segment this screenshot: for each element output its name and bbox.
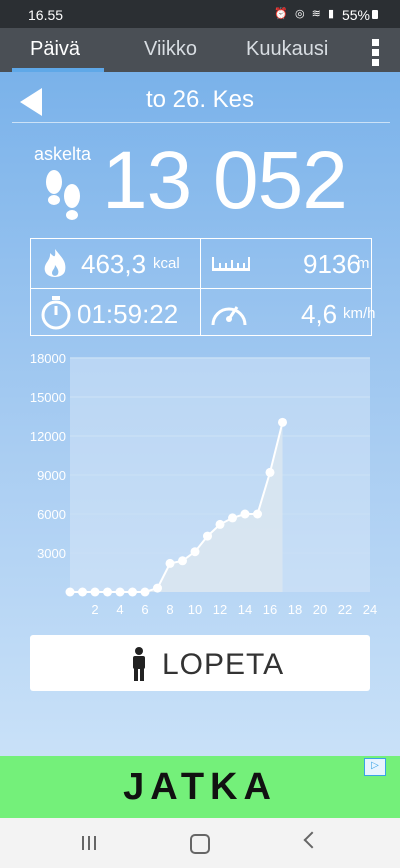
x-tick-label: 4 (116, 602, 123, 617)
current-date: to 26. Kes (145, 86, 255, 113)
data-point (165, 558, 175, 568)
data-point (115, 587, 125, 597)
speed-unit: km/h (343, 305, 376, 322)
data-point (190, 547, 200, 557)
duration-stat: 01:59:22 (31, 289, 200, 337)
adchoices-icon[interactable]: ▷ (364, 758, 386, 776)
stopwatch-icon (41, 296, 71, 330)
battery-level: 55% (341, 7, 370, 23)
data-point (178, 556, 187, 566)
x-tick-label: 16 (263, 602, 277, 617)
data-point (153, 583, 162, 593)
x-tick-label: 2 (91, 602, 98, 617)
ad-text: JATKA (123, 766, 277, 808)
data-point (65, 587, 75, 597)
steps-label: askelta (34, 144, 92, 164)
distance-unit: m (357, 255, 370, 272)
data-point (278, 417, 287, 427)
person-icon (133, 647, 145, 681)
y-tick-label: 3000 (37, 546, 66, 561)
x-tick-label: 18 (288, 602, 302, 617)
tab-day[interactable]: Päivä (30, 38, 80, 61)
system-nav-bar (0, 818, 400, 868)
data-point (128, 587, 137, 597)
home-icon[interactable] (190, 834, 210, 854)
y-tick-label: 15000 (30, 390, 66, 405)
calories-stat: 463,3 kcal (31, 239, 200, 287)
status-time: 16.55 (28, 7, 64, 23)
stop-button[interactable]: LOPETA (30, 635, 370, 691)
x-tick-label: 22 (338, 602, 352, 617)
back-icon[interactable] (303, 831, 321, 849)
distance-stat: 9136 m (201, 239, 371, 287)
y-tick-label: 12000 (30, 429, 66, 444)
x-tick-label: 10 (188, 602, 202, 617)
data-point (253, 509, 262, 519)
data-point (228, 513, 237, 523)
x-axis-labels: 2 4 6 8 10 12 14 16 18 20 22 24 (91, 602, 377, 617)
divider (12, 122, 390, 123)
recent-apps-icon[interactable] (80, 836, 98, 850)
data-point (78, 587, 87, 597)
status-icons: ⏰ ◎ ≋ ▮ (274, 8, 336, 20)
speed-stat: 4,6 km/h (201, 289, 376, 337)
y-tick-label: 9000 (37, 468, 66, 483)
data-point (215, 519, 225, 529)
x-tick-label: 8 (166, 602, 173, 617)
data-point (240, 509, 250, 519)
data-point (203, 531, 212, 541)
data-point (103, 587, 112, 597)
status-bar: 16.55 ⏰ ◎ ≋ ▮ 55% (0, 0, 400, 28)
steps-chart: 300060009000120001500018000 2 4 6 8 10 12 14 16… (30, 351, 377, 617)
x-tick-label: 24 (363, 602, 377, 617)
calories-unit: kcal (153, 255, 180, 272)
data-point (140, 587, 150, 597)
stop-button-label: LOPETA (162, 648, 285, 681)
speed-value: 4,6 (301, 299, 338, 329)
stats-grid: 463,3 kcal 9136 m 01:59:22 4,6 km/h (30, 238, 376, 337)
tab-week[interactable]: Viikko (144, 38, 197, 61)
y-tick-label: 18000 (30, 351, 66, 366)
distance-value: 9136 (303, 249, 361, 279)
y-axis-labels: 3000 6000 9000 12000 15000 18000 (30, 351, 66, 561)
speedometer-icon (211, 306, 247, 326)
main-panel: to 26. Kes askelta 13 052 463,3 kcal 913… (0, 72, 400, 756)
overflow-menu-icon[interactable] (372, 39, 380, 67)
flame-icon (44, 249, 66, 277)
x-tick-label: 20 (313, 602, 327, 617)
tab-month[interactable]: Kuukausi (246, 38, 328, 61)
ad-banner[interactable]: JATKA ▷ (0, 756, 400, 818)
x-tick-label: 14 (238, 602, 252, 617)
data-point (265, 467, 275, 477)
duration-value: 01:59:22 (77, 299, 179, 329)
battery-icon (372, 10, 378, 19)
data-point (90, 587, 100, 597)
y-tick-label: 6000 (37, 507, 66, 522)
x-tick-label: 12 (213, 602, 227, 617)
tab-bar: Päivä Viikko Kuukausi (0, 28, 400, 72)
steps-count: 13 052 (102, 135, 348, 226)
x-tick-label: 6 (141, 602, 148, 617)
calories-value: 463,3 (81, 249, 147, 279)
footprints-icon (46, 170, 80, 220)
ruler-icon (212, 257, 250, 271)
